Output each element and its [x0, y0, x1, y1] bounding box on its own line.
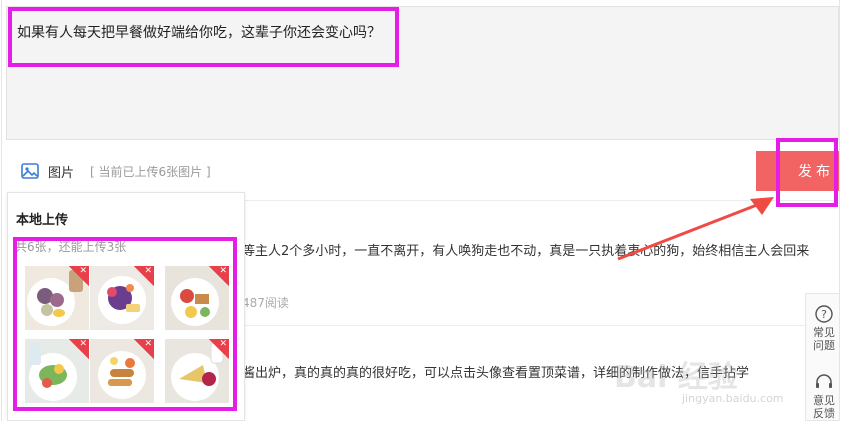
- svg-text:?: ?: [821, 308, 827, 321]
- feedback-label-1: 意见: [813, 394, 835, 407]
- headset-icon: [816, 374, 832, 388]
- thumbnail-1[interactable]: [25, 266, 89, 330]
- delete-icon[interactable]: [134, 339, 154, 359]
- image-icon[interactable]: [20, 161, 40, 181]
- feed-item-meta: 487阅读: [242, 296, 289, 310]
- thumbnail-3[interactable]: [165, 266, 229, 330]
- feed-divider: [237, 325, 839, 326]
- thumbnail-2[interactable]: [90, 266, 154, 330]
- delete-icon[interactable]: [209, 339, 229, 359]
- post-textarea[interactable]: 如果有人每天把早餐做好端给你吃，这辈子你还会变心吗？: [6, 6, 839, 140]
- upload-popover: 本地上传 共6张，还能上传3张: [7, 192, 245, 421]
- thumbnail-6[interactable]: [165, 339, 229, 403]
- faq-button[interactable]: ? 常见 问题: [806, 304, 839, 352]
- delete-icon[interactable]: [69, 266, 89, 286]
- faq-label-1: 常见: [813, 326, 835, 339]
- feedback-button[interactable]: 意见 反馈: [806, 372, 839, 420]
- faq-label-2: 问题: [813, 339, 835, 352]
- upload-subtitle: 共6张，还能上传3张: [15, 240, 127, 254]
- feed-divider: [237, 200, 839, 201]
- baidu-watermark-logo: Bai 经验: [614, 360, 738, 395]
- delete-icon[interactable]: [134, 266, 154, 286]
- baidu-watermark-url: jingyan.baidu.com: [682, 392, 784, 405]
- feedback-label-2: 反馈: [813, 407, 835, 420]
- delete-icon[interactable]: [209, 266, 229, 286]
- publish-button[interactable]: 发布: [756, 151, 839, 191]
- question-icon: ?: [815, 305, 833, 323]
- upload-status: [ 当前已上传6张图片 ]: [90, 164, 211, 179]
- thumbnail-4[interactable]: [25, 339, 89, 403]
- thumbnail-5[interactable]: [90, 339, 154, 403]
- post-text: 如果有人每天把早餐做好端给你吃，这辈子你还会变心吗？: [17, 25, 381, 41]
- side-toolbar: ? 常见 问题 意见 反馈: [805, 293, 839, 421]
- delete-icon[interactable]: [69, 339, 89, 359]
- page-frame: 如果有人每天把早餐做好端给你吃，这辈子你还会变心吗？ 图片 [ 当前已上传6张图…: [1, 0, 840, 421]
- upload-title: 本地上传: [16, 213, 69, 228]
- feed-item-text[interactable]: 等主人2个多小时，一直不离开，有人唤狗走也不动，真是一只执着衷心的狗，始终相信主…: [242, 240, 809, 259]
- image-button-label[interactable]: 图片: [48, 162, 74, 181]
- composer-toolbar: 图片 [ 当前已上传6张图片 ]: [20, 160, 211, 182]
